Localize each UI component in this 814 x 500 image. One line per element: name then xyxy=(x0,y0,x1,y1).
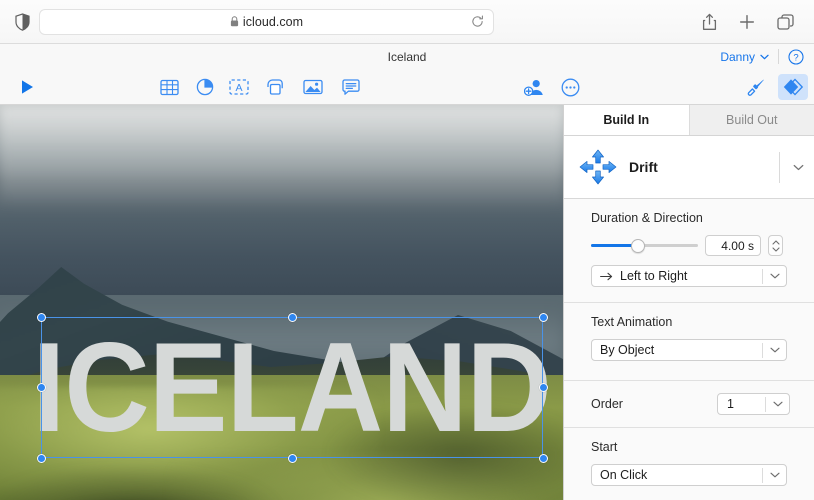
inspector-tabs: Build In Build Out xyxy=(564,105,814,136)
start-section: Start On Click xyxy=(564,428,814,486)
order-select[interactable]: 1 xyxy=(717,393,790,415)
play-button[interactable] xyxy=(12,69,42,105)
shape-icon[interactable] xyxy=(260,74,290,100)
insert-text-button[interactable]: A xyxy=(224,69,254,105)
tabs-icon[interactable] xyxy=(776,13,794,31)
url-text: icloud.com xyxy=(243,15,303,29)
start-value: On Click xyxy=(600,468,647,482)
resize-handle-top-left[interactable] xyxy=(37,313,46,322)
divider xyxy=(762,343,763,358)
order-label: Order xyxy=(591,397,623,411)
effect-selector-row[interactable]: Drift xyxy=(564,136,814,199)
document-title-bar: Iceland Danny ? xyxy=(0,44,814,69)
resize-handle-top-center[interactable] xyxy=(288,313,297,322)
arrow-right-icon xyxy=(600,272,613,281)
insert-chart-button[interactable] xyxy=(190,69,220,105)
account-name[interactable]: Danny xyxy=(720,50,755,64)
address-bar[interactable]: icloud.com xyxy=(39,9,494,35)
slide-canvas[interactable]: ICELAND xyxy=(0,105,563,500)
address-bar-content: icloud.com xyxy=(230,15,303,29)
text-animation-value: By Object xyxy=(600,343,654,357)
account-area: Danny ? xyxy=(720,44,804,69)
four-way-arrows-icon xyxy=(576,147,620,187)
browser-actions xyxy=(700,0,814,44)
duration-stepper[interactable] xyxy=(768,235,783,256)
resize-handle-top-right[interactable] xyxy=(539,313,548,322)
start-select[interactable]: On Click xyxy=(591,464,787,486)
insert-media-button[interactable] xyxy=(298,69,328,105)
tab-build-out[interactable]: Build Out xyxy=(689,105,814,135)
animate-button[interactable] xyxy=(778,69,808,105)
duration-slider[interactable] xyxy=(591,239,698,253)
start-label: Start xyxy=(591,440,790,454)
add-person-icon[interactable] xyxy=(519,74,549,100)
diamond-animate-icon[interactable] xyxy=(778,74,808,100)
lock-icon xyxy=(230,16,239,27)
chevron-down-icon[interactable] xyxy=(770,347,780,353)
duration-controls: 4.00 s xyxy=(591,235,790,256)
ellipsis-circle-icon[interactable] xyxy=(555,74,585,100)
duration-label: Duration & Direction xyxy=(591,211,790,225)
media-image-icon[interactable] xyxy=(298,74,328,100)
chevron-down-icon[interactable] xyxy=(770,472,780,478)
stepper-up-icon xyxy=(772,240,780,245)
chevron-down-icon[interactable] xyxy=(793,158,804,176)
keynote-toolbar: A xyxy=(0,69,814,105)
slider-thumb[interactable] xyxy=(631,239,645,253)
paintbrush-icon[interactable] xyxy=(740,74,770,100)
resize-handle-middle-right[interactable] xyxy=(539,383,548,392)
chart-pie-icon[interactable] xyxy=(190,74,220,100)
svg-text:?: ? xyxy=(793,52,798,63)
browser-toolbar: icloud.com xyxy=(0,0,814,44)
direction-select[interactable]: Left to Right xyxy=(591,265,787,287)
animate-inspector-panel: Build In Build Out xyxy=(563,105,814,500)
collaborate-button[interactable] xyxy=(519,69,549,105)
chevron-down-icon[interactable] xyxy=(773,401,783,407)
stepper-down-icon xyxy=(772,247,780,252)
slide-title-textbox[interactable]: ICELAND xyxy=(41,317,543,458)
insert-shape-button[interactable] xyxy=(260,69,290,105)
more-options-button[interactable] xyxy=(555,69,585,105)
svg-text:A: A xyxy=(235,82,242,94)
comment-icon[interactable] xyxy=(336,74,366,100)
format-button[interactable] xyxy=(740,69,770,105)
keynote-web-window: icloud.com xyxy=(0,0,814,500)
slide-title-text: ICELAND xyxy=(33,324,551,451)
divider xyxy=(762,468,763,483)
resize-handle-bottom-right[interactable] xyxy=(539,454,548,463)
text-animation-label: Text Animation xyxy=(591,315,790,329)
table-icon[interactable] xyxy=(154,74,184,100)
address-bar-container: icloud.com xyxy=(39,9,494,35)
order-value: 1 xyxy=(727,397,734,411)
duration-direction-section: Duration & Direction 4.00 s Left to Righ… xyxy=(564,199,814,287)
play-icon[interactable] xyxy=(12,74,42,100)
resize-handle-bottom-center[interactable] xyxy=(288,454,297,463)
order-section: Order 1 xyxy=(564,381,814,427)
share-icon[interactable] xyxy=(700,13,718,31)
divider xyxy=(765,397,766,412)
resize-handle-bottom-left[interactable] xyxy=(37,454,46,463)
duration-value-field[interactable]: 4.00 s xyxy=(705,235,761,256)
insert-comment-button[interactable] xyxy=(336,69,366,105)
privacy-shield-icon[interactable] xyxy=(10,13,34,31)
chevron-down-icon[interactable] xyxy=(760,54,769,60)
tab-build-in[interactable]: Build In xyxy=(564,105,689,135)
text-animation-section: Text Animation By Object xyxy=(564,303,814,361)
text-box-icon[interactable]: A xyxy=(224,74,254,100)
reload-icon[interactable] xyxy=(469,14,485,30)
resize-handle-middle-left[interactable] xyxy=(37,383,46,392)
direction-value: Left to Right xyxy=(620,269,687,283)
divider xyxy=(778,49,779,64)
help-question-icon[interactable]: ? xyxy=(788,49,804,65)
divider xyxy=(762,269,763,284)
divider xyxy=(779,152,780,183)
chevron-down-icon[interactable] xyxy=(770,273,780,279)
text-animation-select[interactable]: By Object xyxy=(591,339,787,361)
insert-table-button[interactable] xyxy=(154,69,184,105)
plus-icon[interactable] xyxy=(738,13,756,31)
effect-name: Drift xyxy=(629,159,658,175)
page-title: Iceland xyxy=(388,50,427,64)
